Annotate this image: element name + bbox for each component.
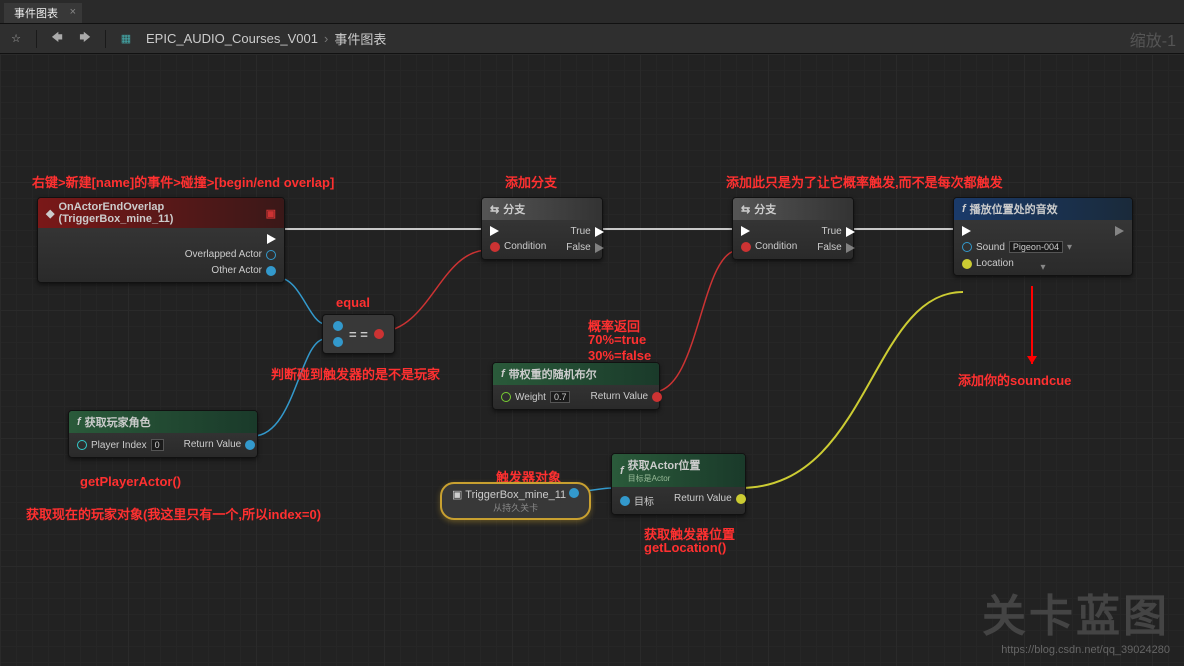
annot-equal: equal [336,295,370,310]
node-get-location[interactable]: f 获取Actor位置 目标是Actor 目标 Return Value [611,453,746,515]
separator [105,30,106,48]
node-branch-2[interactable]: ⇆ 分支 Condition True False [732,197,854,260]
node-equal[interactable]: = = [322,314,395,354]
result-pin[interactable] [374,329,384,339]
function-icon: f [962,203,966,215]
exec-out-pin[interactable] [185,234,276,244]
forward-icon[interactable]: 🡆 [77,31,93,47]
watermark-url: https://blog.csdn.net/qq_39024280 [982,644,1170,656]
exec-in-pin[interactable] [490,226,546,236]
return-pin[interactable]: Return Value [184,439,256,450]
annot-70: 70%=true [588,332,646,347]
pin-b[interactable] [333,337,343,347]
true-pin[interactable]: True [566,226,603,237]
breadcrumb-root[interactable]: EPIC_AUDIO_Courses_V001 [146,31,318,46]
node-header: f 播放位置处的音效 [954,198,1132,220]
node-triggerbox-ref[interactable]: ▣ TriggerBox_mine_11 从持久关卡 [440,482,591,520]
graph-canvas[interactable]: 右键>新建[name]的事件>碰撞>[begin/end overlap] 添加… [0,54,1184,666]
node-title: 获取玩家角色 [85,414,151,430]
condition-pin[interactable]: Condition [490,241,546,252]
annot-loc2: getLocation() [644,540,726,555]
other-actor-pin[interactable]: Other Actor [185,265,276,276]
zoom-label: 缩放-1 [1130,27,1176,51]
exec-in-pin[interactable] [741,226,797,236]
function-icon: f [620,465,624,477]
node-header: ⇆ 分支 [482,198,602,220]
node-play-sound[interactable]: f 播放位置处的音效 Sound Pigeon-004▾ Location ▾ [953,197,1133,276]
tab-event-graph[interactable]: 事件图表 × [4,3,82,23]
node-title: 播放位置处的音效 [970,201,1058,217]
overlapped-actor-pin[interactable]: Overlapped Actor [185,249,276,260]
ref-subtitle: 从持久关卡 [452,501,579,514]
annot-soundcue: 添加你的soundcue [958,370,1071,389]
node-branch-1[interactable]: ⇆ 分支 Condition True False [481,197,603,260]
return-pin[interactable]: Return Value [674,493,746,504]
exec-out-pin[interactable] [1115,226,1124,236]
arrow-soundcue [1031,286,1033,364]
favorite-icon[interactable]: ☆ [8,31,24,47]
expand-icon[interactable]: ▾ [1040,262,1045,273]
tab-title: 事件图表 [14,5,58,21]
ref-out-pin[interactable] [569,488,579,498]
player-index-pin[interactable]: Player Index 0 [77,439,164,451]
annot-getplayer: getPlayerActor() [80,474,181,489]
annot-30: 30%=false [588,348,651,363]
branch-icon: ⇆ [490,203,499,216]
actor-icon: ▣ [452,489,462,501]
annot-prob: 添加此只是为了让它概率触发,而不是每次都触发 [726,172,1003,191]
sound-pin[interactable]: Sound Pigeon-004▾ [962,241,1072,253]
node-header: f 带权重的随机布尔 [493,363,659,385]
node-header: ⇆ 分支 [733,198,853,220]
watermark: 关卡蓝图 https://blog.csdn.net/qq_39024280 [982,580,1170,656]
function-icon: f [501,368,505,380]
breadcrumb: EPIC_AUDIO_Courses_V001 › 事件图表 [146,29,386,48]
annot-player: 判断碰到触发器的是不是玩家 [271,364,440,383]
event-icon: ◆ [46,207,54,220]
stop-icon[interactable]: ▣ [266,207,276,220]
node-title: 分支 [754,201,776,217]
condition-pin[interactable]: Condition [741,241,797,252]
dropdown-icon[interactable]: ▾ [1067,242,1072,253]
separator [36,30,37,48]
false-pin[interactable]: False [817,242,854,253]
operator-label: = = [349,327,368,342]
false-pin[interactable]: False [566,242,603,253]
function-icon: f [77,416,81,428]
chevron-right-icon: › [324,31,328,46]
annot-branch: 添加分支 [505,172,557,191]
node-title: 分支 [503,201,525,217]
location-pin[interactable]: Location [962,258,1072,269]
node-header: f 获取玩家角色 [69,411,257,433]
target-pin[interactable]: 目标 [620,493,654,508]
pin-a[interactable] [333,321,343,331]
close-icon[interactable]: × [70,6,76,18]
breadcrumb-leaf[interactable]: 事件图表 [334,29,386,48]
node-title: 带权重的随机布尔 [509,366,597,382]
weight-pin[interactable]: Weight 0.7 [501,391,570,403]
node-overlap-event[interactable]: ◆ OnActorEndOverlap (TriggerBox_mine_11)… [37,197,285,283]
return-pin[interactable]: Return Value [590,391,662,402]
watermark-text: 关卡蓝图 [982,580,1170,644]
node-random-bool[interactable]: f 带权重的随机布尔 Weight 0.7 Return Value [492,362,660,410]
node-header: ◆ OnActorEndOverlap (TriggerBox_mine_11)… [38,198,284,228]
exec-in-pin[interactable] [962,226,1072,236]
annot-index: 获取现在的玩家对象(我这里只有一个,所以index=0) [26,504,321,523]
node-title: OnActorEndOverlap (TriggerBox_mine_11) [58,201,261,225]
true-pin[interactable]: True [817,226,854,237]
annot-overlap: 右键>新建[name]的事件>碰撞>[begin/end overlap] [32,172,334,191]
back-icon[interactable]: 🡄 [49,31,65,47]
branch-icon: ⇆ [741,203,750,216]
graph-icon[interactable]: ▦ [118,31,134,47]
node-title: 获取Actor位置 [628,457,701,473]
node-get-player[interactable]: f 获取玩家角色 Player Index 0 Return Value [68,410,258,458]
ref-title: TriggerBox_mine_11 [465,489,566,501]
node-subtitle: 目标是Actor [628,473,701,484]
node-header: f 获取Actor位置 目标是Actor [612,454,745,487]
